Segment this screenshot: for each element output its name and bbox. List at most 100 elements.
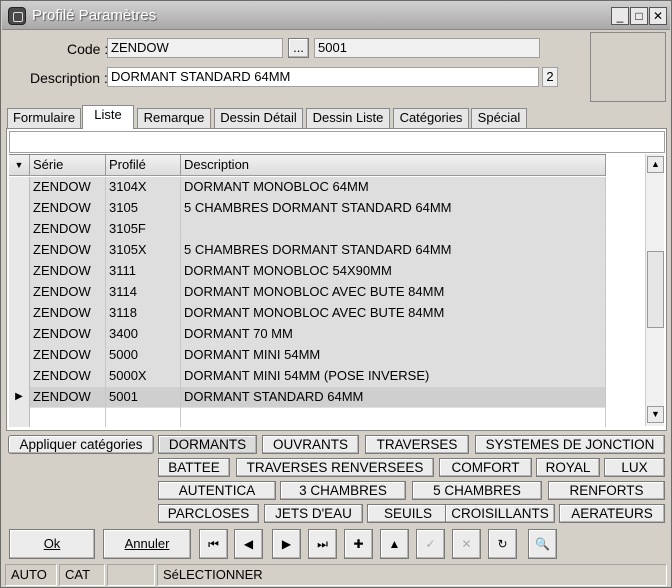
cell-serie: ZENDOW	[30, 261, 106, 282]
cell-profile: 3118	[106, 303, 181, 324]
apply-categories-button[interactable]: Appliquer catégories	[8, 435, 154, 454]
last-record-icon: ⏭	[317, 537, 328, 551]
table-row[interactable]: ZENDOW 3104X DORMANT MONOBLOC 64MM	[9, 177, 606, 198]
category-3-chambres-button[interactable]: 3 CHAMBRES	[280, 481, 406, 500]
table-row[interactable]: ZENDOW 3105X 5 CHAMBRES DORMANT STANDARD 6…	[9, 240, 606, 261]
tab-spécial[interactable]: Spécial	[471, 108, 527, 128]
code-label: Code :	[67, 41, 109, 57]
category-battee-button[interactable]: BATTEE	[158, 458, 230, 477]
confirm-icon: ✓	[425, 537, 436, 551]
tab-dessin-détail[interactable]: Dessin Détail	[214, 108, 303, 128]
column-header-description[interactable]: Description	[181, 155, 606, 176]
cell-description: DORMANT MINI 54MM (POSE INVERSE)	[181, 366, 606, 387]
category-autentica-button[interactable]: AUTENTICA	[158, 481, 276, 500]
tab-dessin-liste[interactable]: Dessin Liste	[306, 108, 390, 128]
tab-catégories[interactable]: Catégories	[393, 108, 469, 128]
row-indicator[interactable]	[9, 282, 30, 303]
first-record-button[interactable]: ⏮	[199, 529, 228, 559]
table-row[interactable]: ZENDOW 3105 5 CHAMBRES DORMANT STANDARD 64…	[9, 198, 606, 219]
cancel-label: Annuler	[124, 536, 170, 551]
row-indicator[interactable]	[9, 177, 30, 198]
delete-button[interactable]: ✕	[452, 529, 481, 559]
title-bar[interactable]: Profilé Paramètres _ □ ✕	[2, 2, 670, 30]
category-royal-button[interactable]: ROYAL	[536, 458, 600, 477]
scroll-thumb[interactable]	[647, 251, 664, 328]
code-number-field[interactable]: 5001	[314, 38, 540, 58]
cell-profile: 3104X	[106, 177, 181, 198]
cell-description: 5 CHAMBRES DORMANT STANDARD 64MM	[181, 198, 606, 219]
cell-profile: 5000	[106, 345, 181, 366]
category-parcloses-button[interactable]: PARCLOSES	[158, 504, 259, 523]
row-indicator[interactable]	[9, 261, 30, 282]
row-indicator[interactable]	[9, 366, 30, 387]
row-indicator[interactable]	[9, 324, 30, 345]
row-indicator[interactable]: ▶	[9, 387, 30, 408]
row-indicator[interactable]	[9, 240, 30, 261]
tab-remarque[interactable]: Remarque	[137, 108, 211, 128]
table-row[interactable]: ZENDOW 5000 DORMANT MINI 54MM	[9, 345, 606, 366]
category-seuils-button[interactable]: SEUILS	[367, 504, 449, 523]
cell-profile: 3111	[106, 261, 181, 282]
row-indicator[interactable]	[9, 198, 30, 219]
row-indicator[interactable]	[9, 219, 30, 240]
column-header-serie[interactable]: Série	[30, 155, 106, 176]
column-header-profile[interactable]: Profilé	[106, 155, 181, 176]
category-dormants-button[interactable]: DORMANTS	[158, 435, 257, 454]
sort-icon[interactable]: ▼	[9, 155, 30, 176]
category-traverses-button[interactable]: TRAVERSES	[365, 435, 469, 454]
last-record-button[interactable]: ⏭	[308, 529, 337, 559]
next-record-icon: ▶	[281, 537, 292, 551]
category-renforts-button[interactable]: RENFORTS	[548, 481, 665, 500]
refresh-button[interactable]: ↻	[488, 529, 517, 559]
cell-profile: 3105	[106, 198, 181, 219]
table-row[interactable]: ▶ ZENDOW 5001 DORMANT STANDARD 64MM	[9, 387, 606, 408]
category-jets-d-eau-button[interactable]: JETS D'EAU	[264, 504, 363, 523]
table-row[interactable]: ZENDOW 3400 DORMANT 70 MM	[9, 324, 606, 345]
cell-description	[181, 219, 606, 240]
category-ouvrants-button[interactable]: OUVRANTS	[262, 435, 359, 454]
add-record-button[interactable]: ✚	[344, 529, 373, 559]
confirm-button[interactable]: ✓	[416, 529, 445, 559]
tab-formulaire[interactable]: Formulaire	[7, 108, 81, 128]
new-record-row[interactable]	[9, 408, 606, 427]
category-croisillants-button[interactable]: CROISILLANTS	[445, 504, 555, 523]
category-lux-button[interactable]: LUX	[604, 458, 665, 477]
category-5-chambres-button[interactable]: 5 CHAMBRES	[412, 481, 542, 500]
ok-button[interactable]: Ok	[9, 529, 95, 559]
row-indicator[interactable]	[9, 408, 30, 427]
cell-description: DORMANT 70 MM	[181, 324, 606, 345]
profile-parameters-window: Profilé Paramètres _ □ ✕ Code : ZENDOW .…	[0, 0, 672, 588]
scroll-up-button[interactable]: ▲	[647, 156, 664, 173]
row-indicator[interactable]	[9, 303, 30, 324]
filter-input[interactable]	[9, 131, 665, 153]
code-field[interactable]: ZENDOW	[107, 38, 283, 58]
row-indicator[interactable]	[9, 345, 30, 366]
close-button[interactable]: ✕	[649, 7, 667, 25]
table-row[interactable]: ZENDOW 3111 DORMANT MONOBLOC 54X90MM	[9, 261, 606, 282]
table-row[interactable]: ZENDOW 5000X DORMANT MINI 54MM (POSE INVER…	[9, 366, 606, 387]
binoculars-search-button[interactable]: 🔍	[528, 529, 557, 559]
delete-icon: ✕	[461, 537, 472, 551]
cancel-button[interactable]: Annuler	[103, 529, 191, 559]
table-row[interactable]: ZENDOW 3114 DORMANT MONOBLOC AVEC BUTE 84M…	[9, 282, 606, 303]
tab-liste[interactable]: Liste	[82, 105, 134, 129]
vertical-scrollbar[interactable]: ▲ ▼	[645, 154, 664, 426]
empty-cell	[30, 408, 106, 427]
maximize-button[interactable]: □	[630, 7, 648, 25]
minimize-button[interactable]: _	[611, 7, 629, 25]
category-comfort-button[interactable]: COMFORT	[439, 458, 532, 477]
description-field[interactable]: DORMANT STANDARD 64MM	[107, 67, 539, 87]
table-row[interactable]: ZENDOW 3105F	[9, 219, 606, 240]
table-row[interactable]: ZENDOW 3118 DORMANT MONOBLOC AVEC BUTE 84M…	[9, 303, 606, 324]
empty-cell	[181, 408, 606, 427]
previous-record-button[interactable]: ◀	[234, 529, 263, 559]
move-up-button[interactable]: ▲	[380, 529, 409, 559]
scroll-down-button[interactable]: ▼	[647, 406, 664, 423]
cell-serie: ZENDOW	[30, 198, 106, 219]
next-record-button[interactable]: ▶	[272, 529, 301, 559]
category-traverses-renversees-button[interactable]: TRAVERSES RENVERSEES	[236, 458, 434, 477]
profile-image-box	[590, 32, 666, 102]
browse-button[interactable]: ...	[288, 38, 309, 58]
category-aerateurs-button[interactable]: AERATEURS	[559, 504, 665, 523]
category-systemes-de-jonction-button[interactable]: SYSTEMES DE JONCTION	[475, 435, 665, 454]
